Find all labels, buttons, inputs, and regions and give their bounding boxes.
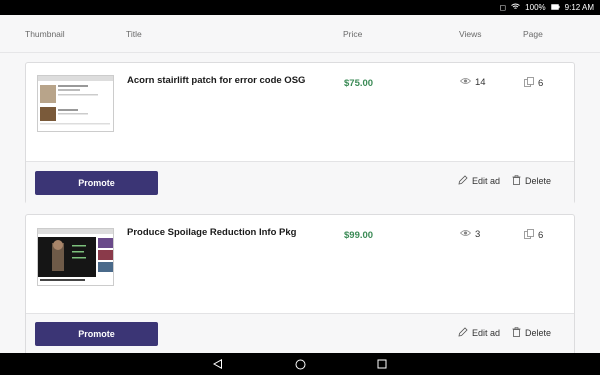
- ad-price: $99.00: [344, 230, 374, 241]
- trash-icon: [512, 175, 521, 187]
- ad-views: 14: [459, 77, 486, 88]
- status-bar: ◻ 100% 9:12 AM: [0, 0, 600, 15]
- ad-title[interactable]: Produce Spoilage Reduction Info Pkg: [127, 227, 296, 238]
- ad-page-number: 6: [538, 230, 544, 241]
- pages-icon: [524, 229, 534, 242]
- wifi-icon: [511, 3, 520, 12]
- ad-row: Acorn stairlift patch for error code OSG…: [25, 62, 575, 206]
- ad-page: 6: [524, 229, 543, 242]
- edit-ad-button[interactable]: Edit ad: [458, 175, 500, 187]
- column-price: Price: [343, 29, 363, 39]
- home-icon[interactable]: [293, 357, 307, 371]
- delete-button[interactable]: Delete: [512, 175, 551, 187]
- pages-icon: [524, 77, 534, 90]
- delete-label: Delete: [525, 328, 552, 338]
- battery-percent: 100%: [525, 3, 546, 12]
- delete-button[interactable]: Delete: [512, 327, 551, 339]
- ad-page: 6: [524, 77, 543, 90]
- battery-icon: [550, 3, 560, 12]
- edit-ad-label: Edit ad: [472, 176, 501, 186]
- table-header: Thumbnail Title Price Views Page: [0, 15, 600, 53]
- edit-ad-label: Edit ad: [472, 328, 501, 338]
- ad-row-actions: Promote Edit ad Delete: [26, 313, 574, 358]
- ad-views-count: 14: [475, 77, 486, 88]
- ad-row-details: Produce Spoilage Reduction Info Pkg $99.…: [26, 215, 574, 313]
- pencil-icon: [458, 175, 468, 187]
- delete-label: Delete: [525, 176, 552, 186]
- ad-row-details: Acorn stairlift patch for error code OSG…: [26, 63, 574, 161]
- column-thumbnail: Thumbnail: [25, 29, 65, 39]
- ad-thumbnail[interactable]: [37, 75, 114, 132]
- status-time: 9:12 AM: [564, 3, 594, 12]
- column-views: Views: [459, 29, 482, 39]
- back-icon[interactable]: [211, 357, 225, 371]
- ad-row: Produce Spoilage Reduction Info Pkg $99.…: [25, 214, 575, 358]
- notification-icon: ◻: [499, 2, 507, 12]
- ad-row-actions: Promote Edit ad Delete: [26, 161, 574, 206]
- recents-icon[interactable]: [375, 357, 389, 371]
- column-title: Title: [126, 29, 142, 39]
- ad-thumbnail[interactable]: [37, 228, 114, 286]
- eye-icon: [459, 77, 472, 88]
- ad-views-count: 3: [475, 229, 481, 240]
- ad-views: 3: [459, 229, 481, 240]
- promote-button[interactable]: Promote: [35, 171, 158, 195]
- trash-icon: [512, 327, 521, 339]
- system-nav-bar: [0, 353, 600, 375]
- ad-page-number: 6: [538, 78, 544, 89]
- edit-ad-button[interactable]: Edit ad: [458, 327, 500, 339]
- column-page: Page: [523, 29, 543, 39]
- promote-button[interactable]: Promote: [35, 322, 158, 346]
- ad-title[interactable]: Acorn stairlift patch for error code OSG: [127, 75, 305, 86]
- pencil-icon: [458, 327, 468, 339]
- ad-price: $75.00: [344, 78, 374, 89]
- eye-icon: [459, 229, 472, 240]
